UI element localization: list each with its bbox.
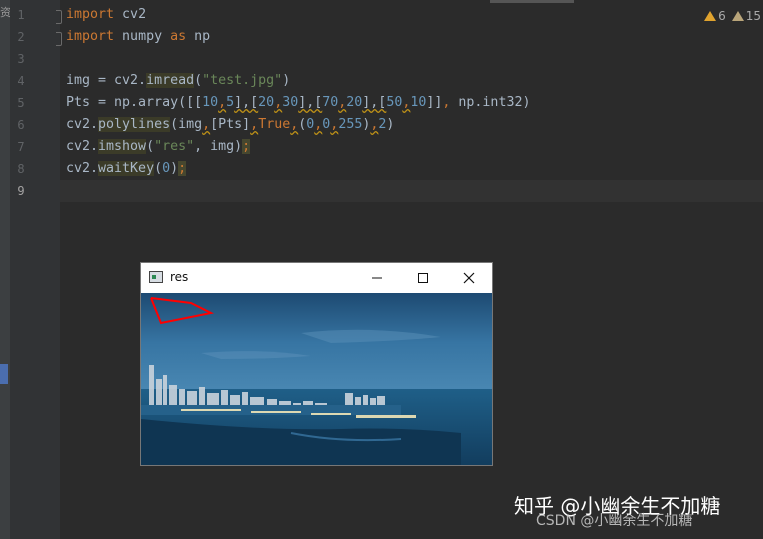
semicolon-warning: ;	[242, 139, 251, 154]
number-literal: 10	[202, 95, 219, 110]
res-image-window[interactable]: res	[141, 263, 492, 465]
code-text: cv2	[114, 7, 147, 22]
code-line-7[interactable]: cv2.imshow("res", img);	[66, 139, 251, 154]
line-number: 6	[17, 118, 25, 132]
code-line-1[interactable]: import cv2	[66, 7, 146, 22]
inspection-widget[interactable]: 6 15	[704, 9, 761, 23]
code-text: , img)	[194, 139, 243, 154]
code-line-4[interactable]: img = cv2.imread("test.jpg")	[66, 73, 290, 88]
comma-warning: ,	[274, 95, 283, 110]
minimize-button[interactable]	[354, 263, 400, 293]
res-title-bar[interactable]: res	[141, 263, 492, 293]
csdn-watermark: CSDN @小幽余生不加糖	[536, 513, 693, 529]
city-photo	[141, 293, 492, 465]
close-button[interactable]	[446, 263, 492, 293]
number-literal: 50	[386, 95, 403, 110]
number-literal: 20	[258, 95, 275, 110]
code-text: cv2.	[66, 117, 99, 132]
code-line-6[interactable]: cv2.polylines(img,[Pts],True,(0,0,255),2…	[66, 117, 394, 132]
string-literal: "test.jpg"	[202, 73, 283, 88]
minimize-icon	[372, 277, 382, 279]
code-text: cv2.	[66, 161, 99, 176]
code-text: ]]	[426, 95, 443, 110]
code-text: (img	[170, 117, 203, 132]
active-tool-marker	[0, 364, 8, 384]
current-line-highlight	[60, 180, 763, 202]
comma-warning: ,	[202, 117, 211, 132]
code-text: img = cv2.	[66, 73, 147, 88]
number-literal: 70	[322, 95, 339, 110]
number-literal: 10	[410, 95, 427, 110]
code-line-8[interactable]: cv2.waitKey(0);	[66, 161, 187, 176]
string-literal: "res"	[154, 139, 195, 154]
function-name: waitKey	[98, 161, 155, 176]
line-number: 9	[17, 184, 25, 198]
code-text: ],[	[234, 95, 259, 110]
res-window-title: res	[170, 270, 189, 284]
line-number: 1	[17, 8, 25, 22]
line-number: 8	[17, 162, 25, 176]
line-number: 3	[17, 52, 25, 66]
close-icon	[463, 272, 475, 284]
code-text: )	[386, 117, 395, 132]
code-text: (	[146, 139, 155, 154]
maximize-button[interactable]	[400, 263, 446, 293]
app-icon	[149, 271, 163, 283]
code-text: numpy	[114, 29, 171, 44]
number-literal: 30	[282, 95, 299, 110]
number-literal: 255	[338, 117, 363, 132]
comma-warning: ,	[218, 95, 227, 110]
code-line-5[interactable]: Pts = np.array([[10,5],[20,30],[70,20],[…	[66, 95, 530, 110]
code-text: )	[282, 73, 291, 88]
keyword: True	[258, 117, 291, 132]
comma-warning: ,	[250, 117, 259, 132]
number-literal: 20	[346, 95, 363, 110]
project-tool-strip: 资	[0, 0, 11, 539]
warning-icon	[704, 11, 717, 21]
editor-tab-scrollbar[interactable]	[490, 0, 574, 3]
keyword: import	[66, 7, 115, 22]
warning-count[interactable]: 6	[704, 9, 726, 23]
weak-warning-icon	[731, 11, 744, 21]
line-number: 7	[17, 140, 25, 154]
code-line-2[interactable]: import numpy as np	[66, 29, 210, 44]
semicolon-warning: ;	[178, 161, 187, 176]
code-text: np.int32)	[450, 95, 531, 110]
number-literal: 5	[226, 95, 235, 110]
function-name: imread	[146, 73, 195, 88]
code-text: ],[	[298, 95, 323, 110]
weak-warning-count[interactable]: 15	[731, 9, 761, 23]
line-number: 2	[17, 30, 25, 44]
code-text: cv2.	[66, 139, 99, 154]
code-text: [Pts]	[210, 117, 251, 132]
code-text: (	[154, 161, 163, 176]
code-text: Pts = np.array([[	[66, 95, 203, 110]
code-text: np	[186, 29, 211, 44]
ide-window: 资 1 2 3 4 5 6 7 8 9 import cv2 import nu…	[0, 0, 763, 539]
code-text: )	[170, 161, 179, 176]
line-gutter: 1 2 3 4 5 6 7 8 9	[10, 0, 62, 539]
weak-warning-count-label: 15	[745, 9, 761, 23]
keyword: import	[66, 29, 115, 44]
line-number: 5	[17, 96, 25, 110]
keyword: as	[170, 29, 187, 44]
line-number: 4	[17, 74, 25, 88]
code-text: ],[	[362, 95, 387, 110]
function-name: polylines	[98, 117, 171, 132]
number-literal: 0	[162, 161, 171, 176]
code-text: (	[194, 73, 203, 88]
maximize-icon	[418, 273, 428, 283]
function-name: imshow	[98, 139, 147, 154]
warning-count-label: 6	[718, 9, 726, 23]
